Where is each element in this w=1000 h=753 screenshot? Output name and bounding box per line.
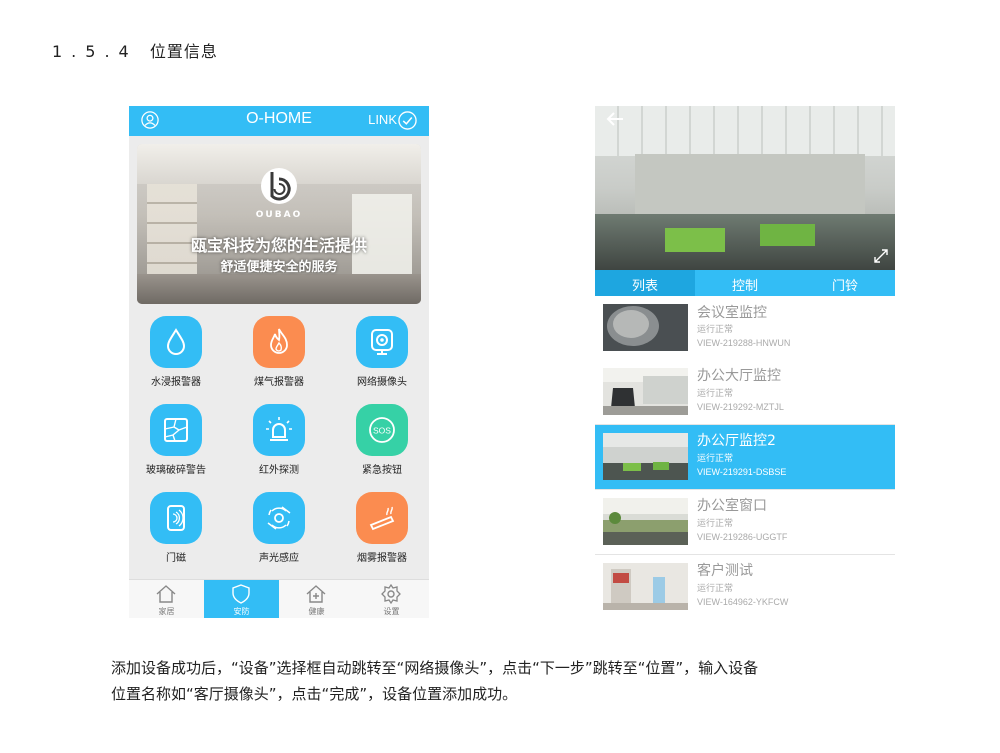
description-text: 添加设备成功后，“设备”选择框自动跳转至“网络摄像头”，点击“下一步”跳转至“位… xyxy=(111,655,931,707)
camera-list-screen: 列表 控制 门铃 会议室监控 运行正常 VIEW-219288-HNWUN 办公… xyxy=(595,106,895,618)
device-gas-alarm[interactable]: 煤气报警器 xyxy=(232,316,322,396)
home-app-screen: O-HOME LINK OUBAO 瓯宝科技为您的生活提供 舒适便捷安全的服务 … xyxy=(129,106,429,618)
banner-slogan-1: 瓯宝科技为您的生活提供 xyxy=(190,236,367,255)
device-door-sensor[interactable]: 门磁 xyxy=(129,492,219,572)
brand-logo-icon xyxy=(261,168,297,204)
device-water-sensor[interactable]: 水浸报警器 xyxy=(129,316,219,396)
camera-thumbnail xyxy=(603,433,688,480)
section-heading: 1.5.4 位置信息 xyxy=(52,38,218,62)
device-smoke-alarm[interactable]: 烟雾报警器 xyxy=(335,492,425,572)
fullscreen-icon[interactable] xyxy=(873,248,889,264)
camera-thumbnail xyxy=(603,498,688,545)
tab-settings[interactable]: 设置 xyxy=(354,580,429,618)
svg-text:SOS: SOS xyxy=(373,426,391,436)
health-icon xyxy=(306,585,326,603)
device-infrared[interactable]: 红外探测 xyxy=(232,404,322,484)
flame-icon xyxy=(270,328,288,354)
app-header: O-HOME LINK xyxy=(129,106,429,136)
gear-icon xyxy=(381,584,401,604)
camera-thumbnail xyxy=(603,368,688,415)
live-video-feed[interactable] xyxy=(595,106,895,270)
device-sound-light[interactable]: 声光感应 xyxy=(232,492,322,572)
camera-item[interactable]: 客户测试 运行正常 VIEW-164962-YKFCW xyxy=(595,555,895,618)
device-network-camera[interactable]: 网络摄像头 xyxy=(335,316,425,396)
description-line-1: 添加设备成功后，“设备”选择框自动跳转至“网络摄像头”，点击“下一步”跳转至“位… xyxy=(111,659,759,677)
brand-name: OUBAO xyxy=(255,210,303,220)
camera-item-selected[interactable]: 办公厅监控2 运行正常 VIEW-219291-DSBSE xyxy=(595,425,895,490)
camera-thumbnail xyxy=(603,563,688,610)
section-number: 1.5.4 xyxy=(52,42,138,61)
camera-icon xyxy=(371,329,393,355)
back-arrow-icon[interactable] xyxy=(603,106,629,132)
bottom-tab-bar: 家居 安防 健康 设置 xyxy=(129,579,429,618)
camera-item[interactable]: 办公大厅监控 运行正常 VIEW-219292-MZTJL xyxy=(595,360,895,425)
infrared-alarm-icon xyxy=(266,417,292,441)
tab-home[interactable]: 家居 xyxy=(129,580,204,618)
door-sensor-icon xyxy=(167,505,185,531)
camera-item[interactable]: 会议室监控 运行正常 VIEW-219288-HNWUN xyxy=(595,296,895,361)
home-icon xyxy=(156,585,176,603)
shield-icon xyxy=(232,584,250,604)
device-emergency-button[interactable]: SOS 紧急按钮 xyxy=(335,404,425,484)
camera-item[interactable]: 办公室窗口 运行正常 VIEW-219286-UGGTF xyxy=(595,490,895,555)
check-circle-icon[interactable] xyxy=(398,111,417,130)
camera-thumbnail xyxy=(603,304,688,351)
banner-slogan-2: 舒适便捷安全的服务 xyxy=(220,260,338,275)
device-glass-break[interactable]: 玻璃破碎警告 xyxy=(129,404,219,484)
section-title: 位置信息 xyxy=(149,42,218,61)
sos-icon: SOS xyxy=(369,417,395,443)
description-line-2: 位置名称如“客厅摄像头”，点击“完成”，设备位置添加成功。 xyxy=(111,685,518,703)
smoke-icon xyxy=(369,506,395,531)
tab-security[interactable]: 安防 xyxy=(204,580,279,618)
link-label[interactable]: LINK xyxy=(368,112,397,127)
promo-banner[interactable]: OUBAO 瓯宝科技为您的生活提供 舒适便捷安全的服务 xyxy=(137,144,421,304)
broken-glass-icon xyxy=(164,418,188,442)
water-drop-icon xyxy=(166,328,186,355)
sound-light-icon xyxy=(267,506,291,530)
tab-health[interactable]: 健康 xyxy=(279,580,354,618)
